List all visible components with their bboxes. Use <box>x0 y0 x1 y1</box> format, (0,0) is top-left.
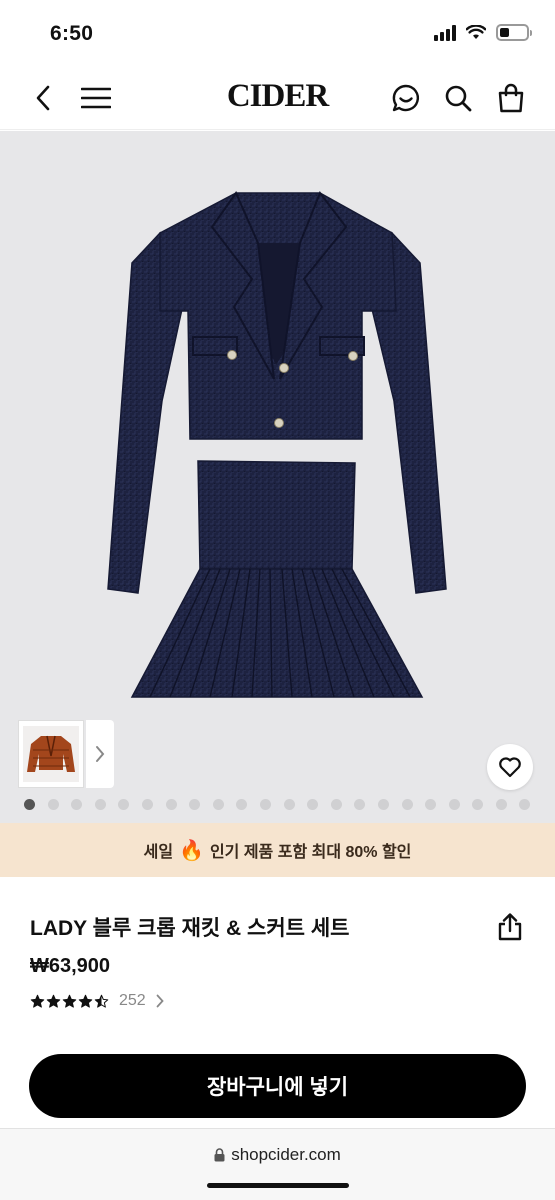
star-icon <box>30 994 45 1008</box>
image-pagination-dots[interactable] <box>24 799 531 810</box>
product-price: ₩63,900 <box>30 955 111 977</box>
wifi-icon <box>466 25 486 39</box>
thumbnail-next-button[interactable] <box>86 720 114 788</box>
pagination-dot[interactable] <box>495 799 507 810</box>
pagination-dot[interactable] <box>283 799 295 810</box>
signal-icon <box>434 24 456 41</box>
pagination-dot[interactable] <box>24 799 35 810</box>
star-icon <box>46 994 61 1008</box>
share-button[interactable] <box>494 910 526 944</box>
battery-icon <box>496 24 532 41</box>
pagination-dot[interactable] <box>472 799 484 810</box>
url-text: shopcider.com <box>231 1145 341 1164</box>
search-button[interactable] <box>440 80 476 116</box>
status-time: 6:50 <box>50 22 94 45</box>
add-to-cart-button[interactable]: 장바구니에 넣기 <box>29 1054 526 1118</box>
fire-icon: 🔥 <box>179 839 204 862</box>
pagination-dot[interactable] <box>47 799 59 810</box>
pagination-dot[interactable] <box>425 799 437 810</box>
pagination-dot[interactable] <box>519 799 531 810</box>
pagination-dot[interactable] <box>118 799 130 810</box>
home-indicator[interactable] <box>207 1183 349 1188</box>
pagination-dot[interactable] <box>259 799 271 810</box>
pagination-dot[interactable] <box>71 799 83 810</box>
search-icon <box>445 85 472 112</box>
pagination-dot[interactable] <box>307 799 319 810</box>
star-icon <box>62 994 77 1008</box>
product-title: LADY 블루 크롭 재킷 & 스커트 세트 <box>30 917 350 940</box>
pagination-dot[interactable] <box>354 799 366 810</box>
share-icon <box>498 913 522 941</box>
pagination-dot[interactable] <box>448 799 460 810</box>
pagination-dot[interactable] <box>165 799 177 810</box>
lock-icon <box>214 1148 225 1162</box>
top-navbar: CIDER <box>0 66 555 130</box>
browser-url-bar[interactable]: shopcider.com <box>0 1128 555 1200</box>
star-icon <box>94 994 109 1008</box>
thumbnail-image <box>23 726 79 782</box>
cart-bag-button[interactable] <box>493 80 529 116</box>
chat-button[interactable] <box>388 80 424 116</box>
product-image[interactable] <box>0 131 555 731</box>
heart-icon <box>499 757 521 778</box>
wishlist-button[interactable] <box>487 744 533 790</box>
product-image-gallery[interactable] <box>0 131 555 823</box>
star-icon <box>78 994 93 1008</box>
pagination-dot[interactable] <box>212 799 224 810</box>
pagination-dot[interactable] <box>189 799 201 810</box>
review-count: 252 <box>119 992 146 1009</box>
chevron-right-icon <box>156 994 164 1008</box>
url-display[interactable]: shopcider.com <box>0 1145 555 1165</box>
chat-icon <box>392 84 420 112</box>
pagination-dot[interactable] <box>94 799 106 810</box>
pagination-dot[interactable] <box>377 799 389 810</box>
chevron-right-icon <box>96 746 105 762</box>
thumbnail-orange-jacket[interactable] <box>18 720 84 788</box>
promo-prefix: 세일 <box>143 844 174 861</box>
pagination-dot[interactable] <box>141 799 153 810</box>
pagination-dot[interactable] <box>236 799 248 810</box>
status-bar: 6:50 <box>0 0 555 66</box>
pagination-dot[interactable] <box>401 799 413 810</box>
promo-text: 인기 제품 포함 최대 80% 할인 <box>209 844 412 861</box>
bag-icon <box>498 83 524 113</box>
status-icons <box>434 24 532 41</box>
rating-stars <box>30 994 109 1009</box>
promo-banner[interactable]: 세일 🔥 인기 제품 포함 최대 80% 할인 <box>0 823 555 877</box>
product-rating[interactable]: 252 <box>30 992 164 1010</box>
pagination-dot[interactable] <box>330 799 342 810</box>
